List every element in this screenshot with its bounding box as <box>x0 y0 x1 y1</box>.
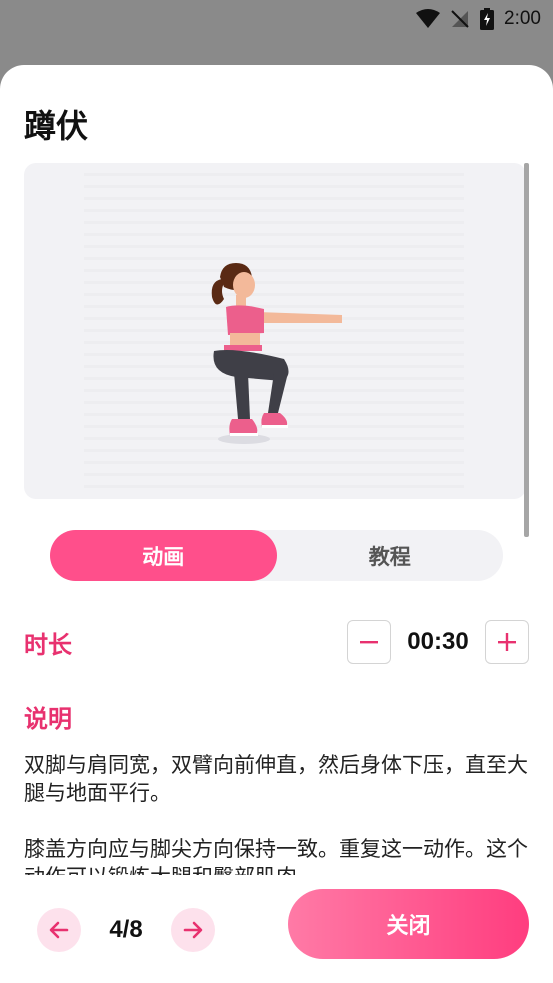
increase-duration-button[interactable] <box>485 620 529 664</box>
arrow-right-icon <box>183 921 203 939</box>
arrow-left-icon <box>49 921 69 939</box>
status-bar: 2:00 <box>0 0 553 38</box>
decrease-duration-button[interactable] <box>347 620 391 664</box>
close-button[interactable]: 关闭 <box>288 889 529 959</box>
tab-tutorial[interactable]: 教程 <box>277 530 504 581</box>
duration-value: 00:30 <box>407 628 469 655</box>
tab-animation[interactable]: 动画 <box>50 530 277 581</box>
next-exercise-button[interactable] <box>171 908 215 952</box>
description-label: 说明 <box>24 705 72 733</box>
battery-charging-icon <box>480 8 495 30</box>
scrollbar[interactable] <box>524 163 529 537</box>
view-mode-tabs: 动画 教程 <box>50 530 503 581</box>
exercise-counter: 4/8 <box>109 916 143 943</box>
duration-stepper: 00:30 <box>347 620 529 664</box>
no-signal-icon <box>451 10 469 28</box>
clock: 2:00 <box>504 8 541 29</box>
exercise-title: 蹲伏 <box>24 107 89 145</box>
duration-label: 时长 <box>24 631 72 659</box>
minus-icon <box>360 641 378 644</box>
plus-icon <box>498 633 516 651</box>
exercise-sheet: 蹲伏 动画 教程 时长 00:30 说明 双脚与肩同宽，双臂向前伸直，然后身体下… <box>0 65 553 983</box>
wifi-icon <box>416 9 441 28</box>
squat-illustration <box>211 263 342 444</box>
exercise-animation <box>24 163 526 499</box>
description-paragraph: 双脚与肩同宽，双臂向前伸直，然后身体下压，直至大腿与地面平行。 <box>24 753 528 805</box>
previous-exercise-button[interactable] <box>37 908 81 952</box>
description-paragraph: 膝盖方向应与脚尖方向保持一致。重复这一动作。这个动作可以锻炼大腿和臀部肌肉。 <box>24 837 528 875</box>
exercise-description: 双脚与肩同宽，双臂向前伸直，然后身体下压，直至大腿与地面平行。 膝盖方向应与脚尖… <box>24 751 529 875</box>
bottom-bar: 4/8 关闭 <box>0 885 553 983</box>
